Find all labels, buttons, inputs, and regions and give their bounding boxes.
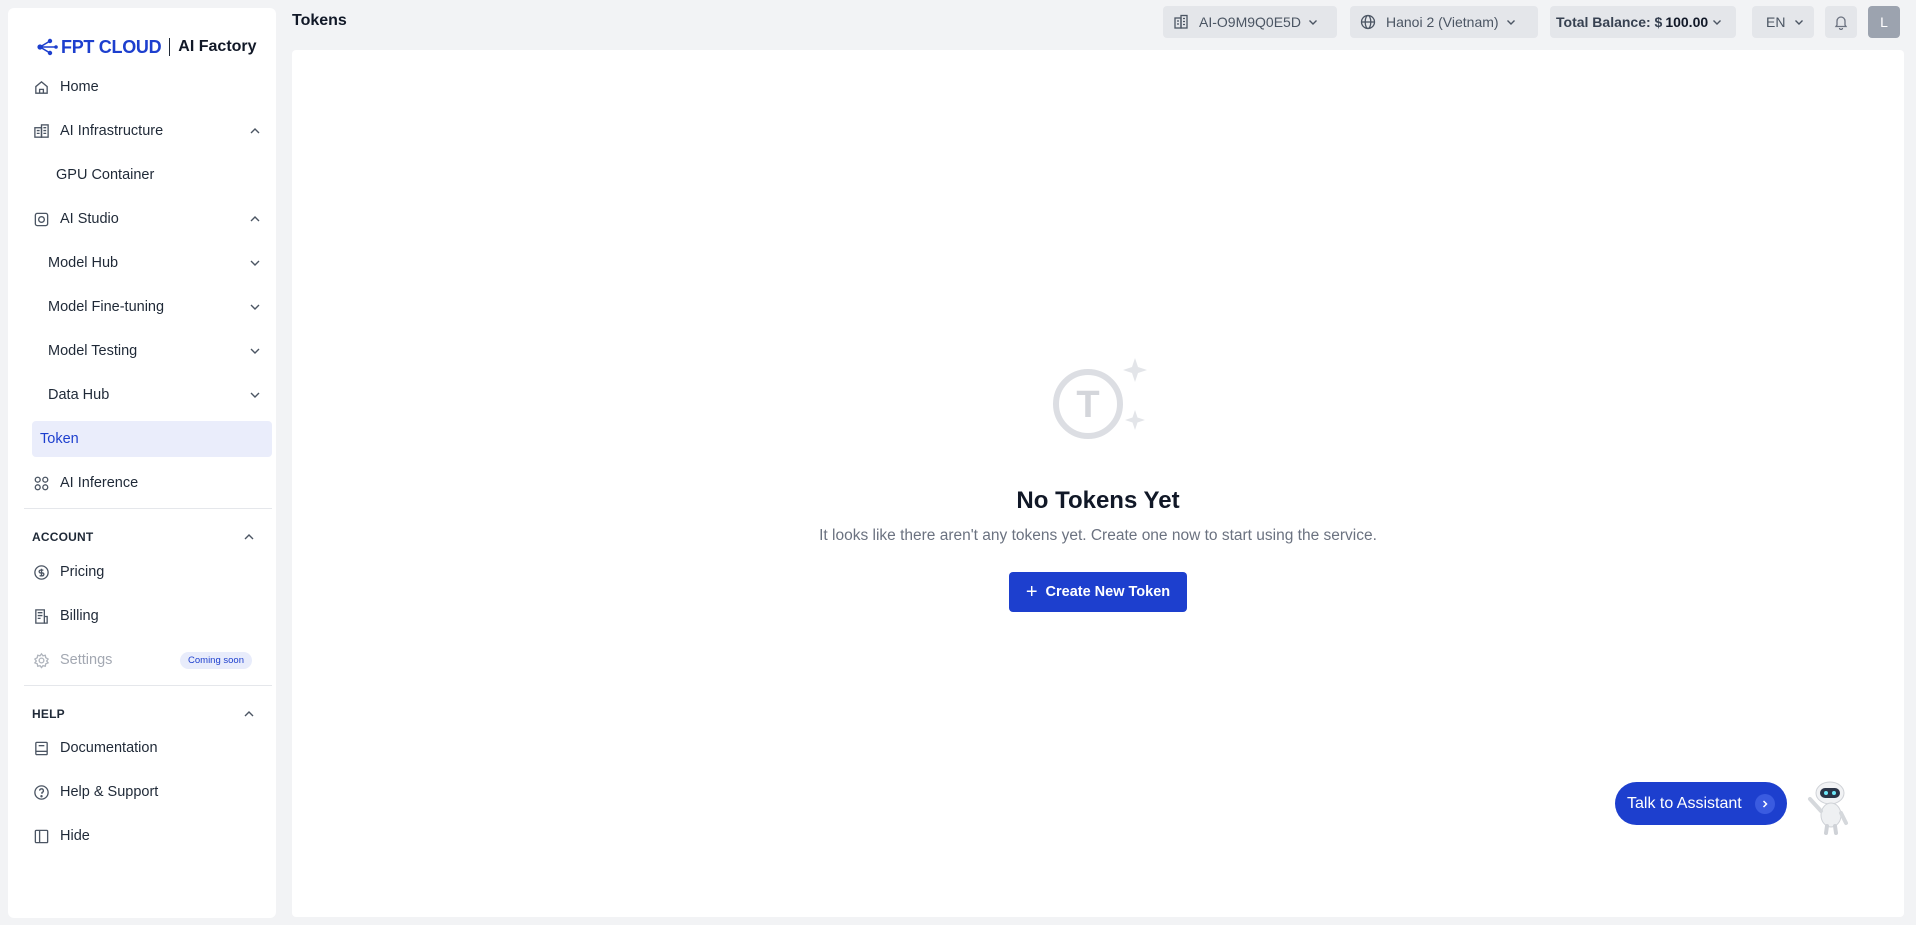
sidebar-item-home[interactable]: Home — [24, 70, 272, 104]
chevron-down-icon — [250, 260, 260, 266]
sidebar-item-token[interactable]: Token — [32, 421, 272, 457]
chevron-down-icon — [1713, 20, 1722, 25]
sidebar: FPT CLOUD AI Factory Home AI Infrastruct… — [8, 8, 276, 918]
sidebar-item-label: Model Testing — [48, 343, 138, 359]
brand-separator — [169, 38, 171, 56]
page-title: Tokens — [292, 12, 347, 29]
create-new-token-button[interactable]: + Create New Token — [1009, 572, 1187, 612]
sidebar-item-settings: Settings Coming soon — [24, 643, 272, 677]
gear-icon — [32, 651, 50, 669]
sidebar-toggle-icon — [32, 827, 50, 845]
sidebar-item-label: GPU Container — [56, 167, 155, 183]
building-icon — [1174, 14, 1188, 29]
svg-text:T: T — [1076, 384, 1099, 426]
home-icon — [32, 78, 50, 96]
sidebar-item-billing[interactable]: Billing — [24, 599, 272, 633]
sidebar-item-label: Model Fine-tuning — [48, 299, 165, 315]
region-label: Hanoi 2 (Vietnam) — [1386, 14, 1499, 30]
token-empty-icon: T — [1053, 358, 1147, 439]
sidebar-item-label: Model Hub — [48, 255, 119, 271]
section-label-account: ACCOUNT — [32, 530, 94, 544]
sidebar-item-ai-inference[interactable]: AI Inference — [24, 466, 272, 500]
sidebar-item-label: Data Hub — [48, 387, 110, 403]
avatar[interactable]: L — [1868, 6, 1900, 38]
brand-logo: FPT CLOUD — [36, 36, 162, 58]
plus-icon: + — [1025, 581, 1038, 603]
sidebar-item-ai-infrastructure[interactable]: AI Infrastructure — [24, 114, 272, 148]
sidebar-item-gpu-container[interactable]: GPU Container — [24, 158, 272, 192]
chevron-up-icon[interactable] — [242, 530, 256, 544]
sidebar-item-model-testing[interactable]: Model Testing — [24, 334, 272, 368]
tenant-selector[interactable]: AI-O9M9Q0E5D — [1163, 6, 1337, 38]
help-icon — [32, 783, 50, 801]
sidebar-item-label: AI Infrastructure — [60, 123, 164, 139]
sidebar-divider — [24, 508, 272, 509]
building-icon — [32, 122, 50, 140]
sidebar-item-hide[interactable]: Hide — [24, 819, 272, 853]
dollar-icon — [32, 563, 50, 581]
brand[interactable]: FPT CLOUD AI Factory — [36, 34, 257, 60]
sidebar-item-label: Settings — [60, 652, 113, 668]
grid-icon — [32, 474, 50, 492]
chevron-down-icon — [1506, 20, 1515, 25]
receipt-icon — [32, 607, 50, 625]
brand-product: AI Factory — [178, 38, 257, 55]
section-label-help: HELP — [32, 707, 65, 721]
robot-assistant-icon[interactable] — [1800, 775, 1860, 835]
sidebar-item-label: AI Studio — [60, 211, 119, 227]
chevron-down-icon — [250, 392, 260, 398]
empty-state-title: No Tokens Yet — [1016, 487, 1180, 514]
empty-state-description: It looks like there aren't any tokens ye… — [819, 527, 1377, 544]
chevron-down-icon — [250, 304, 260, 310]
sidebar-item-label: Home — [60, 79, 99, 95]
globe-icon — [1360, 14, 1376, 30]
sidebar-item-label: Billing — [60, 608, 99, 624]
coming-soon-badge: Coming soon — [180, 652, 252, 669]
chevron-down-icon — [250, 348, 260, 354]
sidebar-item-help-support[interactable]: Help & Support — [24, 775, 272, 809]
fpt-logo-icon — [37, 38, 58, 56]
chevron-up-icon[interactable] — [242, 707, 256, 721]
document-icon — [32, 739, 50, 757]
sidebar-item-pricing[interactable]: Pricing — [24, 555, 272, 589]
chevron-up-icon — [250, 216, 260, 222]
create-new-token-label: Create New Token — [1045, 584, 1171, 600]
sidebar-item-documentation[interactable]: Documentation — [24, 731, 272, 765]
region-selector[interactable]: Hanoi 2 (Vietnam) — [1350, 6, 1538, 38]
chevron-up-icon — [250, 128, 260, 134]
sidebar-item-model-fine-tuning[interactable]: Model Fine-tuning — [24, 290, 272, 324]
chevron-down-icon — [1308, 20, 1317, 25]
chevron-right-icon — [1755, 794, 1775, 814]
sidebar-item-label: Help & Support — [60, 784, 159, 800]
sidebar-item-label: Pricing — [60, 564, 105, 580]
sidebar-item-label: Token — [40, 431, 79, 447]
sidebar-item-label: Hide — [60, 828, 90, 844]
assistant-label: Talk to Assistant — [1627, 794, 1742, 812]
tenant-label: AI-O9M9Q0E5D — [1199, 14, 1301, 30]
sidebar-item-label: AI Inference — [60, 475, 139, 491]
sidebar-item-model-hub[interactable]: Model Hub — [24, 246, 272, 280]
balance-selector[interactable]: Total Balance: $ 100.00 — [1550, 6, 1736, 38]
sidebar-item-data-hub[interactable]: Data Hub — [24, 378, 272, 412]
sidebar-item-label: Documentation — [60, 740, 158, 756]
language-selector[interactable]: EN — [1752, 6, 1814, 38]
balance-label: Total Balance: $ — [1556, 14, 1663, 30]
chevron-down-icon — [1795, 20, 1804, 25]
studio-icon — [32, 210, 50, 228]
bell-icon — [1834, 16, 1848, 30]
language-label: EN — [1766, 14, 1786, 30]
talk-to-assistant-button[interactable]: Talk to Assistant — [1615, 782, 1787, 825]
balance-value: 100.00 — [1665, 14, 1709, 30]
sidebar-divider — [24, 685, 272, 686]
brand-name: FPT CLOUD — [61, 36, 162, 57]
sidebar-item-ai-studio[interactable]: AI Studio — [24, 202, 272, 236]
notifications-button[interactable] — [1825, 6, 1857, 38]
